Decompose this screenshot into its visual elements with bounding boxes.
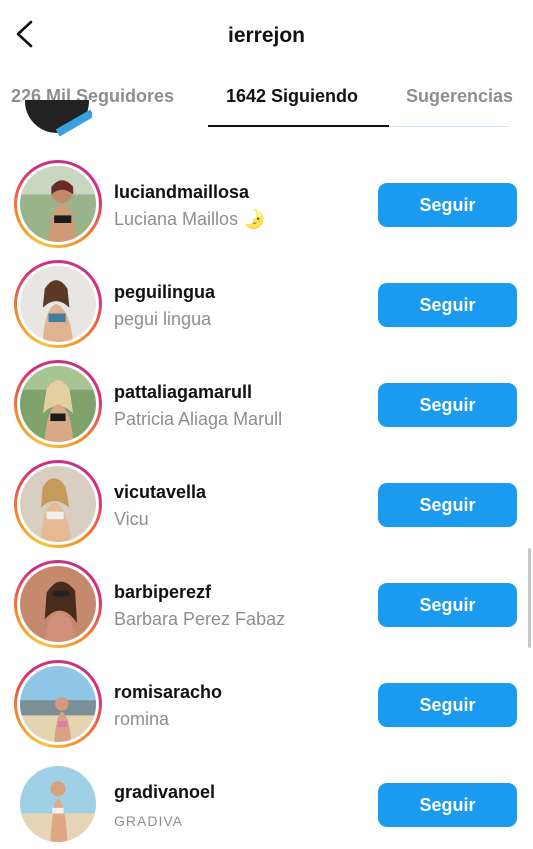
profile-photo: [20, 366, 96, 442]
avatar: [20, 766, 96, 842]
top-bar: ierrejon: [0, 0, 533, 72]
list-item[interactable]: romisaracho romina Seguir: [0, 656, 533, 756]
full-name: Vicu: [114, 509, 149, 529]
avatar-frame[interactable]: [14, 760, 102, 848]
username[interactable]: pattaliagamarull: [114, 382, 282, 403]
full-name: Patricia Aliaga Marull: [114, 409, 283, 429]
follow-button[interactable]: Seguir: [378, 783, 517, 827]
following-screen: ierrejon 226 Mil Seguidores 1642 Siguien…: [0, 0, 533, 849]
account-names: romisaracho romina: [114, 682, 222, 730]
avatar: [20, 366, 96, 442]
full-name: romina: [114, 709, 170, 729]
list-item[interactable]: peguilingua pegui lingua Seguir: [0, 256, 533, 356]
full-name: Luciana Maillos 🌛: [114, 209, 266, 229]
username[interactable]: barbiperezf: [114, 582, 285, 603]
list-item[interactable]: luciandmaillosa Luciana Maillos 🌛 Seguir: [0, 156, 533, 256]
avatar: [20, 466, 96, 542]
follow-button[interactable]: Seguir: [378, 183, 517, 227]
full-name: pegui lingua: [114, 309, 212, 329]
account-names: pattaliagamarull Patricia Aliaga Marull: [114, 382, 282, 430]
full-name: Barbara Perez Fabaz: [114, 609, 286, 629]
list-item[interactable]: barbiperezf Barbara Perez Fabaz Seguir: [0, 556, 533, 656]
tab-divider: [389, 126, 509, 127]
avatar: [20, 566, 96, 642]
partial-avatar: [22, 100, 92, 142]
account-names: vicutavella Vicu: [114, 482, 206, 530]
avatar: [20, 266, 96, 342]
follow-button[interactable]: Seguir: [378, 583, 517, 627]
profile-photo: [20, 666, 96, 742]
follow-button[interactable]: Seguir: [378, 483, 517, 527]
scrollbar[interactable]: [528, 548, 531, 648]
avatar: [20, 166, 96, 242]
account-names: luciandmaillosa Luciana Maillos 🌛: [114, 182, 265, 230]
username[interactable]: vicutavella: [114, 482, 206, 503]
following-list: luciandmaillosa Luciana Maillos 🌛 Seguir: [0, 156, 533, 849]
account-names: barbiperezf Barbara Perez Fabaz: [114, 582, 285, 630]
account-names: gradivanoel GRADIVA: [114, 782, 215, 829]
follow-button[interactable]: Seguir: [378, 283, 517, 327]
profile-photo: [20, 166, 96, 242]
account-names: peguilingua pegui lingua: [114, 282, 215, 330]
page-title: ierrejon: [227, 24, 306, 47]
tab-following[interactable]: 1642 Siguiendo: [226, 86, 358, 107]
profile-photo: [20, 266, 96, 342]
story-ring[interactable]: [14, 360, 102, 448]
username[interactable]: peguilingua: [114, 282, 215, 303]
username[interactable]: luciandmaillosa: [114, 182, 265, 203]
story-ring[interactable]: [14, 260, 102, 348]
story-ring[interactable]: [14, 560, 102, 648]
list-item[interactable]: vicutavella Vicu Seguir: [0, 456, 533, 556]
story-ring[interactable]: [14, 660, 102, 748]
list-item[interactable]: pattaliagamarull Patricia Aliaga Marull …: [0, 356, 533, 456]
story-ring[interactable]: [14, 160, 102, 248]
full-name: GRADIVA: [114, 813, 183, 829]
profile-photo: [20, 466, 96, 542]
avatar: [20, 666, 96, 742]
profile-photo: [20, 766, 96, 842]
username[interactable]: romisaracho: [114, 682, 222, 703]
list-item[interactable]: gradivanoel GRADIVA Seguir: [0, 756, 533, 849]
username[interactable]: gradivanoel: [114, 782, 215, 803]
follow-button[interactable]: Seguir: [378, 383, 517, 427]
active-tab-indicator: [208, 125, 389, 127]
profile-photo: [20, 566, 96, 642]
tab-suggestions[interactable]: Sugerencias: [406, 86, 513, 107]
story-ring[interactable]: [14, 460, 102, 548]
follow-button[interactable]: Seguir: [378, 683, 517, 727]
